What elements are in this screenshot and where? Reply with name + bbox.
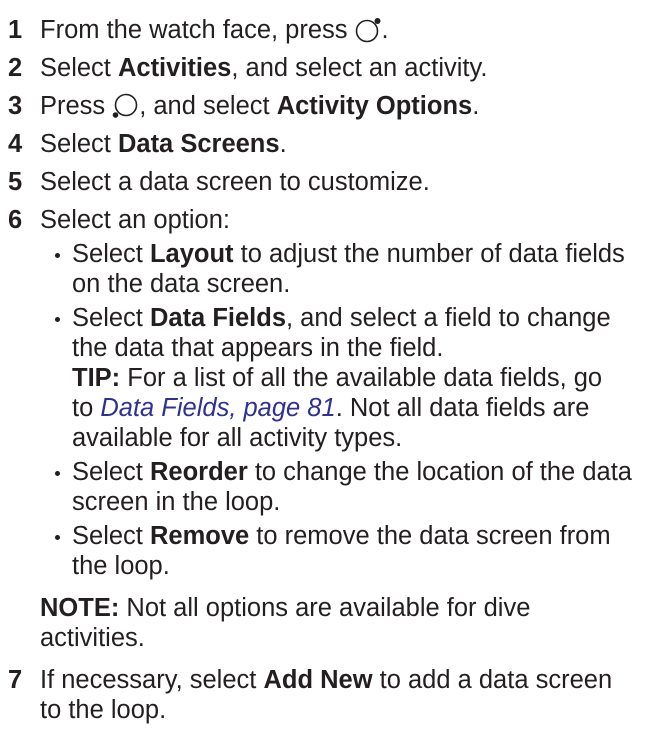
option-text: Select <box>72 522 150 550</box>
step-5: 5 Select a data screen to customize. <box>8 167 430 197</box>
step-text: Select a data screen to customize. <box>40 168 430 196</box>
step-text: Select <box>40 130 118 158</box>
watch-button-icon <box>111 92 139 120</box>
option-data-fields-continued: the data that appears in the field. <box>72 334 444 362</box>
step-number: 1 <box>8 16 23 44</box>
option-text: Select <box>72 458 150 486</box>
step-text: If necessary, select <box>40 666 264 694</box>
step-7-continued: to the loop. <box>40 696 167 724</box>
step-3: 3 Press , and select Activity Options. <box>8 91 479 121</box>
menu-term-data-screens: Data Screens <box>117 130 280 158</box>
option-text: Select <box>72 240 150 268</box>
tip-text: . Not all data fields are <box>335 394 590 422</box>
data-fields-page-link[interactable]: Data Fields, page 81 <box>100 394 335 422</box>
note-line-1: NOTE: Not all options are available for … <box>40 593 530 623</box>
menu-term-data-fields: Data Fields <box>149 304 287 332</box>
step-1: 1 From the watch face, press. <box>8 15 389 45</box>
tip-line-3: available for all activity types. <box>72 424 403 452</box>
step-number: 2 <box>8 54 23 82</box>
menu-term-remove: Remove <box>149 522 250 550</box>
tip-text: to <box>72 394 101 422</box>
option-text: to change the location of the data <box>247 458 632 486</box>
bullet-marker <box>40 239 72 269</box>
step-punctuation: . <box>381 16 389 44</box>
tip-label: TIP: <box>72 364 121 392</box>
bullet-marker <box>40 457 72 487</box>
step-text: to add a data screen <box>372 666 613 694</box>
step-number: 4 <box>8 130 23 158</box>
step-4: 4 Select Data Screens. <box>8 129 287 159</box>
option-remove: Select Remove to remove the data screen … <box>40 521 611 551</box>
step-number: 3 <box>8 92 23 120</box>
bullet-marker <box>40 303 72 333</box>
option-layout-continued: on the data screen. <box>72 270 291 298</box>
step-number: 7 <box>8 666 23 694</box>
note-label: NOTE: <box>40 594 120 622</box>
option-remove-continued: the loop. <box>72 552 170 580</box>
option-text: , and select a field to change <box>286 304 611 332</box>
step-text: , and select <box>139 92 277 120</box>
step-text: , and select an activity. <box>231 54 488 82</box>
option-text: Select <box>72 304 150 332</box>
step-number: 5 <box>8 168 23 196</box>
option-data-fields: Select Data Fields, and select a field t… <box>40 303 611 333</box>
option-text: to remove the data screen from <box>249 522 611 550</box>
bullet-marker <box>40 521 72 551</box>
watch-button-icon <box>354 16 382 44</box>
step-6: 6 Select an option: <box>8 205 230 235</box>
step-number: 6 <box>8 206 23 234</box>
menu-term-activities: Activities <box>117 54 232 82</box>
step-text: Select <box>40 54 118 82</box>
menu-term-activity-options: Activity Options <box>276 92 473 120</box>
menu-term-add-new: Add New <box>263 666 373 694</box>
option-reorder-continued: screen in the loop. <box>72 488 281 516</box>
step-punctuation: . <box>279 130 287 158</box>
step-punctuation: . <box>472 92 480 120</box>
tip-line-2: to Data Fields, page 81. Not all data fi… <box>72 393 589 423</box>
step-text: Press <box>40 92 106 120</box>
option-reorder: Select Reorder to change the location of… <box>40 457 632 487</box>
tip-line-1: TIP: For a list of all the available dat… <box>72 363 602 393</box>
menu-term-layout: Layout <box>149 240 234 268</box>
note-text: Not all options are available for dive <box>119 594 531 622</box>
option-layout: Select Layout to adjust the number of da… <box>40 239 625 269</box>
menu-term-reorder: Reorder <box>149 458 248 486</box>
tip-text: For a list of all the available data fie… <box>120 364 603 392</box>
note-line-2: activities. <box>40 624 145 652</box>
step-7: 7 If necessary, select Add New to add a d… <box>8 665 612 695</box>
step-2: 2 Select Activities, and select an activi… <box>8 53 487 83</box>
step-text: Select an option: <box>40 206 230 234</box>
step-text: From the watch face, press <box>40 16 348 44</box>
option-text: to adjust the number of data fields <box>233 240 625 268</box>
